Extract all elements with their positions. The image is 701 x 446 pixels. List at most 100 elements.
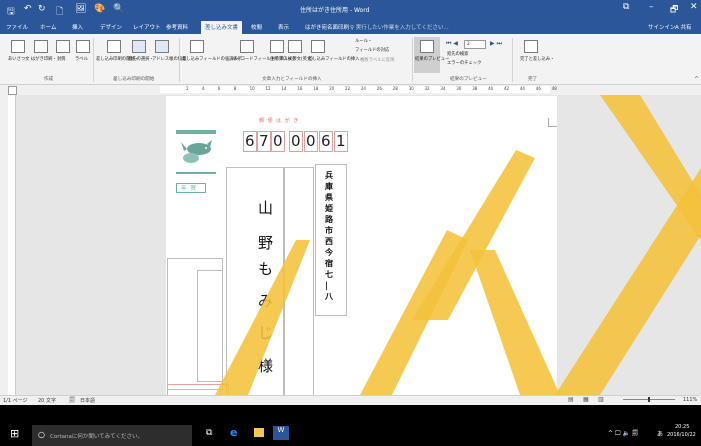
sender-address-frame[interactable] — [197, 270, 223, 382]
greeting-button[interactable]: あいさつ文・ — [8, 57, 34, 62]
close-button[interactable]: ✕ — [690, 2, 698, 12]
update-labels-button[interactable]: 複数ラベルに反映 — [360, 58, 394, 63]
select-recipients-icon[interactable] — [132, 40, 146, 53]
cortana-icon: ○ — [38, 430, 45, 439]
tab-mailings[interactable]: 差し込み文書 — [201, 21, 243, 34]
labels-button[interactable]: ラベル — [75, 57, 88, 62]
tab-layout[interactable]: レイアウト — [133, 23, 161, 31]
clock-time[interactable]: 20:25 — [675, 424, 689, 430]
web-layout-icon[interactable]: ▥ — [598, 396, 604, 403]
ruler-tick-label: 12 — [265, 86, 271, 91]
tell-me-input[interactable]: ♀ 実行したい作業を入力してください... — [350, 23, 449, 31]
preview-icon[interactable] — [420, 40, 434, 53]
ime-indicator[interactable]: あ — [657, 429, 663, 438]
start-merge-button[interactable]: 差し込み印刷の開始・ — [96, 57, 139, 62]
word-taskbar-icon[interactable]: W — [273, 426, 289, 440]
barcode-field-button[interactable]: バーコードフィールドの挿入・ — [232, 57, 292, 62]
sign-in-link[interactable]: サインイン — [648, 23, 676, 31]
envelope-button[interactable]: 封筒 — [57, 57, 66, 62]
tab-review[interactable]: 校閲 — [251, 23, 262, 31]
tab-design[interactable]: デザイン — [100, 23, 122, 31]
zoom-level[interactable]: 111% — [683, 397, 697, 403]
insert-field-icon[interactable] — [311, 40, 325, 53]
highlight-fields-button[interactable]: 差し込みフィールドの強調表示 — [182, 57, 242, 62]
postal-digit-box: 1 — [334, 131, 348, 152]
ruler-tick-label: 48 — [551, 86, 557, 91]
tab-postcard[interactable]: はがき宛名面印刷 — [305, 23, 349, 31]
recipient-name-frame[interactable] — [226, 167, 284, 396]
find-recipient-button[interactable]: 宛先の検索 — [447, 52, 468, 57]
tab-file[interactable]: ファイル — [6, 23, 28, 31]
system-tray-icons[interactable]: ^ 🖵 🔈 🗐 — [608, 429, 638, 439]
picture-icon[interactable]: 🖼 — [75, 4, 86, 14]
read-mode-icon[interactable]: ▤ — [568, 396, 574, 403]
undo-icon[interactable]: ↶ — [24, 4, 32, 14]
name-side-frame[interactable] — [284, 167, 314, 396]
edge-icon[interactable]: e — [230, 426, 237, 439]
envelope-icon[interactable] — [56, 40, 70, 53]
redo-icon[interactable]: ↻ — [38, 4, 46, 14]
postal-digit-box: 0 — [289, 131, 303, 152]
select-recipients-button[interactable]: 宛先の選択・ — [128, 57, 154, 62]
ribbon-display-icon[interactable]: ⧉ — [623, 2, 629, 12]
rules-button[interactable]: ルール・ — [355, 39, 372, 44]
address-block-icon[interactable] — [270, 40, 284, 53]
task-view-icon[interactable]: ⧉ — [206, 428, 212, 438]
insert-merge-field-button[interactable]: 差し込みフィールドの挿入・ — [308, 57, 364, 62]
share-button[interactable]: A 共有 — [675, 23, 692, 31]
new-doc-icon[interactable]: 🗋 — [56, 4, 63, 20]
greeting-line-icon[interactable] — [288, 40, 302, 53]
edit-recipient-list-button[interactable]: アドレス帳の編集 — [152, 57, 186, 62]
postal-digit: 6 — [245, 132, 255, 150]
restore-button[interactable]: 🗗 — [670, 2, 678, 18]
greeting-line-button[interactable]: 挨拶文(英文) — [288, 57, 313, 62]
start-merge-icon[interactable] — [107, 40, 121, 53]
language-indicator[interactable]: 日本語 — [80, 397, 95, 404]
barcode-icon[interactable] — [240, 40, 254, 53]
postcard-icon[interactable] — [34, 40, 48, 53]
address-character: 西 — [325, 236, 333, 246]
ruler-tick-label: 4 — [201, 86, 205, 91]
last-record-icon[interactable]: ▶ ⏭ — [490, 41, 502, 47]
highlight-fields-icon[interactable] — [190, 40, 204, 53]
preview-results-button[interactable]: 結果のプレビュー — [415, 57, 449, 62]
paint-icon[interactable]: 🎨 — [94, 4, 105, 14]
label-icon[interactable] — [76, 40, 90, 53]
address-block-button[interactable]: 住所ブロック — [270, 57, 296, 62]
tab-home[interactable]: ホーム — [40, 23, 56, 31]
address-character: 八 — [325, 291, 333, 301]
zoom-slider-thumb[interactable] — [648, 397, 650, 402]
collapse-ribbon-icon[interactable]: ^ — [694, 76, 699, 83]
finish-merge-icon[interactable] — [524, 40, 538, 53]
minimize-button[interactable]: – — [649, 2, 654, 12]
vertical-ruler[interactable] — [8, 95, 16, 395]
margin-mark — [548, 118, 557, 127]
ruler-tick-label: 40 — [488, 86, 494, 91]
tab-insert[interactable]: 挿入 — [72, 23, 83, 31]
check-errors-button[interactable]: エラーのチェック — [447, 61, 481, 66]
page-count[interactable]: 1/1 ページ — [3, 397, 28, 404]
word-count[interactable]: 20 文字 — [38, 397, 56, 404]
finish-merge-button[interactable]: 完了と差し込み・ — [520, 57, 554, 62]
cortana-search[interactable]: ○ Cortanaに何か聞いてみてください。 — [32, 425, 192, 446]
record-input[interactable]: 2 — [464, 40, 486, 49]
save-icon[interactable]: 🖫 — [7, 4, 15, 20]
ruler-tick-label: 34 — [440, 86, 446, 91]
clock-date[interactable]: 2016/10/22 — [667, 432, 696, 438]
edit-list-icon[interactable] — [155, 40, 169, 53]
address-character: 兵 — [325, 170, 333, 180]
first-record-icon[interactable]: ⏮ ◀ — [446, 41, 458, 47]
file-explorer-icon[interactable] — [254, 428, 264, 437]
print-preview-icon[interactable]: 🔍 — [113, 4, 124, 14]
tab-selector-icon[interactable] — [8, 86, 17, 95]
postcard-print-button[interactable]: はがき印刷・ — [31, 57, 57, 62]
tab-references[interactable]: 参考資料 — [166, 23, 188, 31]
match-fields-button[interactable]: フィールドの対応 — [355, 48, 389, 53]
tab-view[interactable]: 表示 — [278, 23, 289, 31]
greeting-icon[interactable] — [11, 40, 25, 53]
windows-start-icon[interactable]: ⊞ — [10, 427, 19, 440]
print-layout-icon[interactable]: ▦ — [583, 396, 589, 403]
address-character: 宿 — [325, 258, 333, 268]
page[interactable] — [166, 96, 557, 395]
postal-digit-box: 6 — [243, 131, 257, 152]
